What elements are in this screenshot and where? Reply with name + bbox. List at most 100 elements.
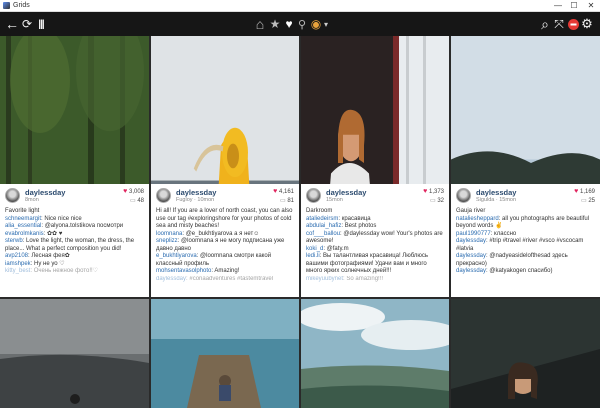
post-tile[interactable] bbox=[301, 299, 449, 408]
comment-author[interactable]: mohsentavasolphoto bbox=[156, 268, 211, 274]
post-username[interactable]: daylessday bbox=[25, 188, 65, 197]
post-tile[interactable] bbox=[151, 299, 299, 408]
post-card: daylessday Sigulda · 15mon ♥ 1,169 ▭ 25 … bbox=[451, 184, 600, 297]
comment: iamshpek: Ну не уо ♡ bbox=[5, 261, 144, 269]
comment-count[interactable]: ▭ 25 bbox=[581, 197, 595, 204]
comment-count[interactable]: ▭ 81 bbox=[280, 197, 294, 204]
avatar[interactable] bbox=[156, 188, 171, 203]
search-icon[interactable]: ⌕ bbox=[538, 16, 552, 32]
account-dropdown-icon[interactable]: ▾ bbox=[322, 16, 330, 32]
post-photo[interactable] bbox=[301, 299, 449, 408]
post-card: daylessday 8mon ♥ 3,008 ▭ 48 Favorite li… bbox=[0, 184, 149, 297]
post-username[interactable]: daylessday bbox=[476, 188, 516, 197]
comment: ledi.li: Вы талантливая красавица! Люблю… bbox=[306, 253, 444, 276]
notifications-icon[interactable] bbox=[566, 16, 580, 32]
comment-author[interactable]: sneplizz bbox=[156, 238, 178, 244]
comment-text: : Ну не уо ♡ bbox=[30, 260, 65, 267]
comment-author[interactable]: daylessday bbox=[156, 276, 186, 282]
post-caption: Hi all! If you are a lover of north coas… bbox=[156, 208, 293, 229]
comment-author[interactable]: cof___ballou bbox=[306, 231, 340, 237]
maximize-button[interactable]: ☐ bbox=[566, 0, 582, 11]
comment-text: : @faty.m bbox=[323, 245, 349, 252]
post-username[interactable]: daylessday bbox=[326, 188, 366, 197]
comment-author[interactable]: koki_d bbox=[306, 246, 323, 252]
comment-author[interactable]: schneemargit bbox=[5, 216, 41, 222]
comment-text: : ✿✿ ♥ bbox=[43, 230, 63, 237]
comment-author[interactable]: ataliedeirsm bbox=[306, 216, 338, 222]
gear-icon[interactable]: ⚙ bbox=[580, 16, 594, 32]
post-location-time: Fugloy · 10mon bbox=[176, 197, 215, 203]
comment-author[interactable]: e_bukhtiyarova bbox=[156, 253, 197, 259]
comment-author[interactable]: paul1990777 bbox=[456, 231, 491, 237]
avatar[interactable] bbox=[5, 188, 20, 203]
heart-icon[interactable]: ♥ bbox=[282, 16, 296, 32]
comment-author[interactable]: loomnana bbox=[156, 231, 182, 237]
comment-text: : классно bbox=[490, 230, 517, 237]
comment-text: : @alyona.tolstikova посмотри bbox=[41, 223, 124, 229]
comment: daylessday: @katyakogen спасибо) bbox=[456, 268, 595, 276]
post-location-time: Sigulda · 15mon bbox=[476, 197, 517, 203]
comment: kitty_best: Очень нежное фото!!♡ bbox=[5, 268, 144, 276]
comment-author[interactable]: abdulai_hafiz bbox=[306, 223, 341, 229]
columns-icon[interactable]: ||| bbox=[34, 16, 48, 32]
post-tile[interactable]: daylessday Fugloy · 10mon ♥ 4,161 ▭ 81 H… bbox=[151, 36, 299, 297]
minimize-button[interactable]: — bbox=[550, 0, 566, 11]
post-tile[interactable]: daylessday Sigulda · 15mon ♥ 1,169 ▭ 25 … bbox=[451, 36, 600, 297]
post-photo[interactable] bbox=[0, 299, 149, 408]
post-username[interactable]: daylessday bbox=[176, 188, 216, 197]
location-pin-icon[interactable]: ⚲ bbox=[296, 16, 308, 32]
comment-count[interactable]: ▭ 32 bbox=[430, 197, 444, 204]
post-tile[interactable] bbox=[451, 299, 600, 408]
comment-author[interactable]: mikeyuubynet bbox=[306, 276, 343, 282]
post-caption: Gauja river bbox=[456, 208, 486, 214]
post-photo[interactable] bbox=[451, 299, 600, 408]
home-icon[interactable]: ⌂ bbox=[253, 16, 267, 32]
post-photo[interactable] bbox=[151, 299, 299, 408]
comment-author[interactable]: ledi.li bbox=[306, 253, 320, 259]
account-avatar-icon[interactable]: ◉ bbox=[309, 16, 323, 32]
comment: alia_essential: @alyona.tolstikova посмо… bbox=[5, 223, 144, 231]
comment-count[interactable]: ▭ 48 bbox=[130, 197, 144, 204]
close-button[interactable]: ✕ bbox=[583, 0, 599, 11]
comment: daylessday: @nadyeasidelofthesad здесь п… bbox=[456, 253, 595, 268]
post-time: 15mon bbox=[326, 197, 343, 203]
comment: daylessday: #coriaadventures #tastemtrav… bbox=[156, 276, 294, 284]
refresh-icon[interactable]: ⟳ bbox=[20, 16, 34, 32]
comment-text: : So amazing!!! bbox=[343, 275, 384, 282]
post-time: 8mon bbox=[25, 197, 39, 203]
comment-author[interactable]: alia_essential bbox=[5, 223, 41, 229]
post-tile[interactable]: daylessday 8mon ♥ 3,008 ▭ 48 Favorite li… bbox=[0, 36, 149, 297]
comment-author[interactable]: sterwb bbox=[5, 238, 23, 244]
avatar[interactable] bbox=[306, 188, 321, 203]
comment-text: : @e_bukhtiyarova а я нет☺ bbox=[182, 230, 260, 237]
comment-author[interactable]: kitty_best bbox=[5, 268, 30, 274]
comment: daylessday: #trip #travel #river #vsco #… bbox=[456, 238, 595, 253]
comment-author[interactable]: daylessday bbox=[456, 253, 486, 259]
like-count[interactable]: ♥ 4,161 bbox=[273, 188, 294, 195]
star-icon[interactable]: ★ bbox=[268, 16, 282, 32]
comment-text: : Love the light, the woman, the dress, … bbox=[5, 238, 135, 252]
comment-text: : Amazing! bbox=[211, 268, 240, 274]
avatar[interactable] bbox=[456, 188, 471, 203]
app-icon bbox=[3, 2, 10, 9]
like-count[interactable]: ♥ 3,008 bbox=[123, 188, 144, 195]
comment-text: : Вы талантливая красавица! Люблюсь ваши… bbox=[306, 253, 429, 274]
like-count[interactable]: ♥ 1,169 bbox=[574, 188, 595, 195]
comment-author[interactable]: avp2108 bbox=[5, 253, 28, 259]
photo-grid: daylessday 8mon ♥ 3,008 ▭ 48 Favorite li… bbox=[0, 36, 600, 408]
comment-author[interactable]: iamshpek bbox=[5, 261, 31, 267]
post-tile[interactable] bbox=[0, 299, 149, 408]
comment: paul1990777: классно bbox=[456, 231, 595, 239]
comment-author[interactable]: nataliesheppard bbox=[456, 216, 499, 222]
back-icon[interactable]: ← bbox=[4, 16, 20, 32]
comment: cof___ballou: @daylessday wow! Your's ph… bbox=[306, 231, 444, 246]
comment-author[interactable]: evabrolmkanis bbox=[5, 231, 44, 237]
comment: avp2108: Лесная фея✿ bbox=[5, 253, 144, 261]
post-tile[interactable]: daylessday 15mon ♥ 1,373 ▭ 32 Darkroom a… bbox=[301, 36, 449, 297]
comment-author[interactable]: daylessday bbox=[456, 268, 486, 274]
comment: schneemargit: Nice nice nice bbox=[5, 216, 144, 224]
shuffle-icon[interactable]: ⤧ bbox=[552, 16, 566, 32]
like-count[interactable]: ♥ 1,373 bbox=[423, 188, 444, 195]
comment-author[interactable]: daylessday bbox=[456, 238, 486, 244]
comment: loomnana: @e_bukhtiyarova а я нет☺ bbox=[156, 231, 294, 239]
